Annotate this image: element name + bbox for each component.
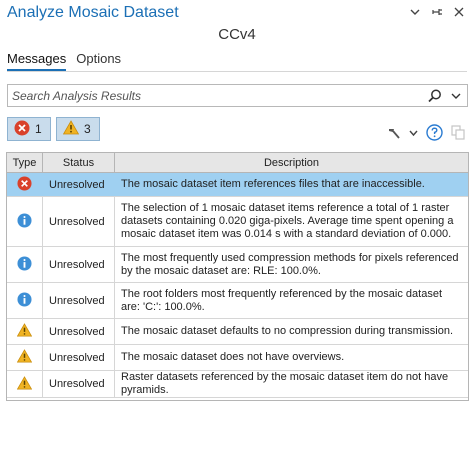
info-icon <box>17 212 32 231</box>
row-description: The mosaic dataset item references files… <box>121 178 425 190</box>
row-type-cell <box>7 197 43 246</box>
tab-messages[interactable]: Messages <box>7 51 67 71</box>
warning-icon <box>62 120 80 138</box>
tab-bar: Messages Options <box>7 51 121 71</box>
row-status: Unresolved <box>43 247 115 282</box>
warning-icon <box>16 349 33 366</box>
close-icon[interactable] <box>452 5 466 19</box>
table-row[interactable]: Unresolved The root folders most frequen… <box>7 283 468 319</box>
row-description: The most frequently used compression met… <box>121 251 459 277</box>
table-row[interactable]: Unresolved The most frequently used comp… <box>7 247 468 283</box>
chevron-down-icon[interactable] <box>450 89 462 103</box>
table-row[interactable]: Unresolved The mosaic dataset item refer… <box>7 173 468 197</box>
row-description: The mosaic dataset defaults to no compre… <box>121 325 453 337</box>
search-box <box>7 84 468 107</box>
row-type-cell <box>7 319 43 344</box>
dataset-name: CCv4 <box>218 26 256 43</box>
row-status: Unresolved <box>43 371 115 397</box>
results-table: Type Status Description Unresolved The m… <box>6 152 469 401</box>
tab-options[interactable]: Options <box>76 51 121 71</box>
column-header-description[interactable]: Description <box>115 153 468 172</box>
title-bar-controls <box>408 5 466 19</box>
results-toolbar <box>387 124 466 141</box>
row-status: Unresolved <box>43 173 115 196</box>
title-bar: Analyze Mosaic Dataset <box>0 0 474 26</box>
table-row[interactable]: Unresolved The selection of 1 mosaic dat… <box>7 197 468 247</box>
row-status: Unresolved <box>43 283 115 318</box>
info-icon <box>17 255 32 274</box>
row-description: The selection of 1 mosaic dataset items … <box>121 202 454 240</box>
search-input[interactable] <box>8 85 428 106</box>
row-description: The mosaic dataset does not have overvie… <box>121 351 345 363</box>
row-type-cell <box>7 371 43 397</box>
warning-icon <box>16 375 33 393</box>
row-description: Raster datasets referenced by the mosaic… <box>121 371 449 396</box>
row-status: Unresolved <box>43 319 115 344</box>
row-type-cell <box>7 173 43 196</box>
row-description: The root folders most frequently referen… <box>121 287 442 313</box>
tab-divider <box>7 71 467 72</box>
window-title: Analyze Mosaic Dataset <box>7 4 179 21</box>
row-type-cell <box>7 247 43 282</box>
errors-filter-button[interactable]: 1 <box>7 117 51 141</box>
chevron-down-icon[interactable] <box>409 129 418 137</box>
row-type-cell <box>7 345 43 370</box>
row-status: Unresolved <box>43 345 115 370</box>
table-row[interactable]: Unresolved The mosaic dataset defaults t… <box>7 319 468 345</box>
warnings-count: 3 <box>84 122 91 136</box>
copy-icon[interactable] <box>451 125 466 140</box>
table-row[interactable]: Unresolved Raster datasets referenced by… <box>7 371 468 398</box>
column-header-status[interactable]: Status <box>43 153 115 172</box>
warning-icon <box>16 323 33 340</box>
error-icon <box>17 175 32 194</box>
table-header: Type Status Description <box>7 153 468 173</box>
hammer-icon[interactable] <box>387 126 401 140</box>
warnings-filter-button[interactable]: 3 <box>56 117 100 141</box>
errors-count: 1 <box>35 122 42 136</box>
search-icon[interactable] <box>427 88 443 104</box>
chevron-down-icon[interactable] <box>408 5 422 19</box>
pin-icon[interactable] <box>430 5 444 19</box>
error-icon <box>14 120 30 139</box>
table-row[interactable]: Unresolved The mosaic dataset does not h… <box>7 345 468 371</box>
info-icon <box>17 291 32 310</box>
row-status: Unresolved <box>43 197 115 246</box>
help-icon[interactable] <box>426 124 443 141</box>
column-header-type[interactable]: Type <box>7 153 43 172</box>
row-type-cell <box>7 283 43 318</box>
